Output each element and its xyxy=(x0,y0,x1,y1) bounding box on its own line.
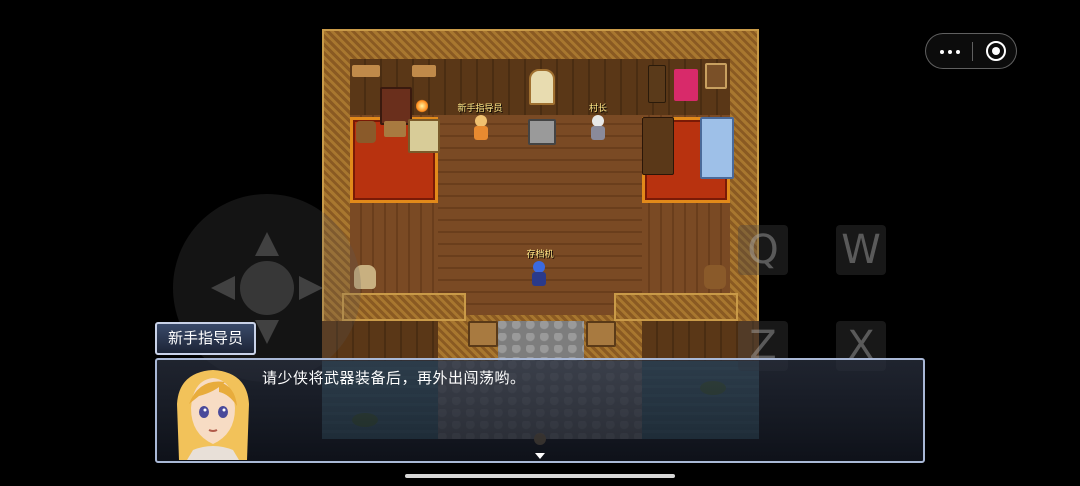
home-indicator[interactable] xyxy=(405,474,675,478)
joystick-right-arrow-icon xyxy=(299,276,323,300)
mini-program-capsule xyxy=(925,33,1017,69)
npc-guide-sprite[interactable] xyxy=(471,115,491,141)
bed xyxy=(700,117,734,179)
key-q-button[interactable]: Q xyxy=(738,225,788,275)
curtain-window xyxy=(674,69,698,101)
window xyxy=(529,69,555,105)
inner-wall-right xyxy=(614,293,738,321)
grandfather-clock xyxy=(648,65,666,103)
joystick-left-arrow-icon xyxy=(211,276,235,300)
dialog-box[interactable]: 请少侠将武器装备后，再外出闯荡哟。 xyxy=(155,358,925,463)
barrel-right xyxy=(704,265,726,289)
down-triangle-icon[interactable] xyxy=(535,453,545,459)
npc-label-chief: 村长 xyxy=(588,104,608,114)
wall-shelf-mid xyxy=(412,65,436,77)
npc-chief-sprite[interactable] xyxy=(588,115,608,141)
joystick-down-arrow-icon xyxy=(255,320,279,344)
treasure-chest xyxy=(528,119,556,145)
key-w-button[interactable]: W xyxy=(836,225,886,275)
joystick-knob[interactable] xyxy=(240,261,294,315)
fire-icon xyxy=(416,99,428,113)
inner-wall-left xyxy=(342,293,466,321)
more-dots-icon[interactable] xyxy=(938,41,962,61)
save-machine-sprite[interactable] xyxy=(529,261,549,287)
flower-box-right xyxy=(586,321,616,347)
npc-label-save: 存档机 xyxy=(526,250,554,260)
capsule-divider xyxy=(972,42,973,61)
blonde-girl-portrait-icon xyxy=(169,364,257,460)
wall-painting xyxy=(705,63,727,89)
target-circle-icon[interactable] xyxy=(986,41,1006,61)
joystick-up-arrow-icon xyxy=(255,232,279,256)
wall-shelf-left xyxy=(352,65,380,77)
small-table xyxy=(384,121,406,137)
speaker-name-box: 新手指导员 xyxy=(155,322,256,355)
npc-label-guide: 新手指导员 xyxy=(457,104,503,114)
dresser xyxy=(642,117,674,175)
dialog-message: 请少侠将武器装备后，再外出闯荡哟。 xyxy=(262,369,526,387)
flower-box-left xyxy=(468,321,498,347)
barrel-tub xyxy=(356,121,376,143)
vegetable-crate xyxy=(408,119,440,153)
